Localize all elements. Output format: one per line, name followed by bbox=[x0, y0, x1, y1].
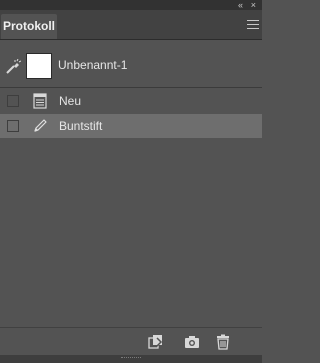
resize-grip[interactable] bbox=[121, 357, 141, 362]
history-state-label: Buntstift bbox=[59, 119, 103, 133]
trash-icon[interactable] bbox=[215, 334, 231, 350]
history-brush-source-checkbox[interactable] bbox=[7, 95, 19, 107]
camera-icon[interactable] bbox=[184, 334, 200, 350]
history-state-buntstift[interactable]: Buntstift bbox=[0, 114, 262, 138]
panel-title-strip: « × bbox=[0, 0, 262, 10]
snapshot-row[interactable]: Unbenannt-1 bbox=[0, 40, 262, 88]
collapse-panel-icon[interactable]: « bbox=[238, 0, 243, 10]
history-brush-source-checkbox[interactable] bbox=[7, 120, 19, 132]
close-panel-icon[interactable]: × bbox=[251, 0, 256, 10]
history-state-neu[interactable]: Neu bbox=[0, 89, 262, 113]
snapshot-thumbnail bbox=[26, 53, 52, 79]
history-state-label: Neu bbox=[59, 94, 82, 108]
new-document-icon bbox=[33, 93, 47, 109]
pencil-icon bbox=[34, 119, 47, 132]
panel-menu-icon[interactable] bbox=[247, 20, 259, 29]
panel-resize-strip[interactable] bbox=[0, 355, 262, 363]
panel-footer-toolbar bbox=[0, 327, 262, 356]
snapshot-label: Unbenannt-1 bbox=[58, 58, 128, 72]
tab-protokoll[interactable]: Protokoll bbox=[1, 14, 57, 39]
tab-bar: Protokoll bbox=[0, 10, 262, 40]
new-document-from-state-icon[interactable] bbox=[148, 334, 164, 350]
history-brush-source-icon[interactable] bbox=[5, 59, 21, 75]
